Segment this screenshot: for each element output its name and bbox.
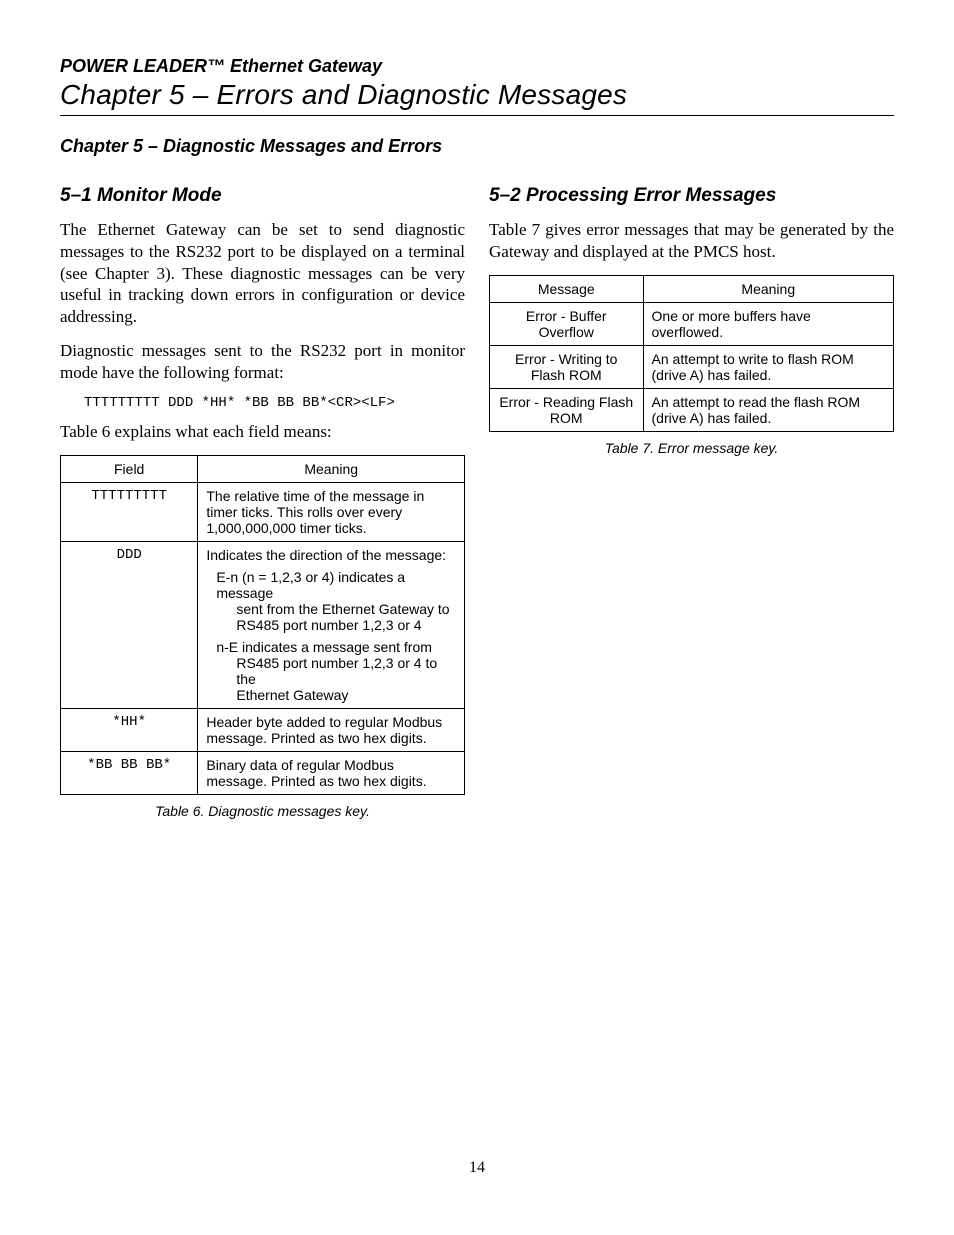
table-cell-meaning: An attempt to read the flash ROM (drive … [643, 388, 893, 431]
section-5-2-heading: 5–2 Processing Error Messages [489, 185, 894, 207]
sub-entry-cont: RS485 port number 1,2,3 or 4 [236, 617, 456, 633]
paragraph: Table 6 explains what each field means: [60, 421, 465, 443]
table-header-row: Message Meaning [490, 275, 894, 302]
format-example: TTTTTTTTT DDD *HH* *BB BB BB*<CR><LF> [84, 395, 465, 411]
table-cell-meaning: An attempt to write to flash ROM (drive … [643, 345, 893, 388]
table-cell-field: *BB BB BB* [61, 752, 198, 795]
table-row: Error - Writing to Flash ROM An attempt … [490, 345, 894, 388]
table-cell-field: DDD [61, 542, 198, 709]
table-cell-message: Error - Reading Flash ROM [490, 388, 644, 431]
table-cell-message: Error - Buffer Overflow [490, 302, 644, 345]
table-6-caption: Table 6. Diagnostic messages key. [60, 803, 465, 819]
paragraph: Diagnostic messages sent to the RS232 po… [60, 340, 465, 384]
sub-entry-cont: sent from the Ethernet Gateway to [236, 601, 456, 617]
right-column: 5–2 Processing Error Messages Table 7 gi… [489, 185, 894, 819]
sub-entry: E-n (n = 1,2,3 or 4) indicates a message [216, 569, 456, 601]
table-cell-meaning: Header byte added to regular Modbus mess… [198, 709, 465, 752]
table-header-cell: Field [61, 456, 198, 483]
page-number: 14 [60, 1159, 894, 1177]
table-cell-meaning: One or more buffers have overflowed. [643, 302, 893, 345]
table-row: Error - Buffer Overflow One or more buff… [490, 302, 894, 345]
table-header-row: Field Meaning [61, 456, 465, 483]
table-7-caption: Table 7. Error message key. [489, 440, 894, 456]
table-row: TTTTTTTTT The relative time of the messa… [61, 483, 465, 542]
table-cell-meaning: The relative time of the message in time… [198, 483, 465, 542]
table-6: Field Meaning TTTTTTTTT The relative tim… [60, 455, 465, 795]
table-cell-meaning: Indicates the direction of the message: … [198, 542, 465, 709]
table-row: Error - Reading Flash ROM An attempt to … [490, 388, 894, 431]
table-row: DDD Indicates the direction of the messa… [61, 542, 465, 709]
sub-entry-cont: Ethernet Gateway [236, 687, 456, 703]
table-cell-field: *HH* [61, 709, 198, 752]
table-header-cell: Message [490, 275, 644, 302]
chapter-title: Chapter 5 – Errors and Diagnostic Messag… [60, 79, 894, 116]
subchapter-heading: Chapter 5 – Diagnostic Messages and Erro… [60, 136, 894, 157]
table-cell-message: Error - Writing to Flash ROM [490, 345, 644, 388]
table-row: *HH* Header byte added to regular Modbus… [61, 709, 465, 752]
table-cell-meaning: Binary data of regular Modbus message. P… [198, 752, 465, 795]
sub-entry: n-E indicates a message sent from [216, 639, 456, 655]
table-cell-field: TTTTTTTTT [61, 483, 198, 542]
two-column-layout: 5–1 Monitor Mode The Ethernet Gateway ca… [60, 185, 894, 819]
table-row: *BB BB BB* Binary data of regular Modbus… [61, 752, 465, 795]
table-7: Message Meaning Error - Buffer Overflow … [489, 275, 894, 432]
paragraph: Table 7 gives error messages that may be… [489, 219, 894, 263]
paragraph: The Ethernet Gateway can be set to send … [60, 219, 465, 328]
left-column: 5–1 Monitor Mode The Ethernet Gateway ca… [60, 185, 465, 819]
text: Indicates the direction of the message: [206, 547, 446, 563]
table-header-cell: Meaning [198, 456, 465, 483]
sub-entry-cont: RS485 port number 1,2,3 or 4 to the [236, 655, 456, 687]
section-5-1-heading: 5–1 Monitor Mode [60, 185, 465, 207]
table-header-cell: Meaning [643, 275, 893, 302]
running-head: POWER LEADER™ Ethernet Gateway [60, 56, 894, 77]
